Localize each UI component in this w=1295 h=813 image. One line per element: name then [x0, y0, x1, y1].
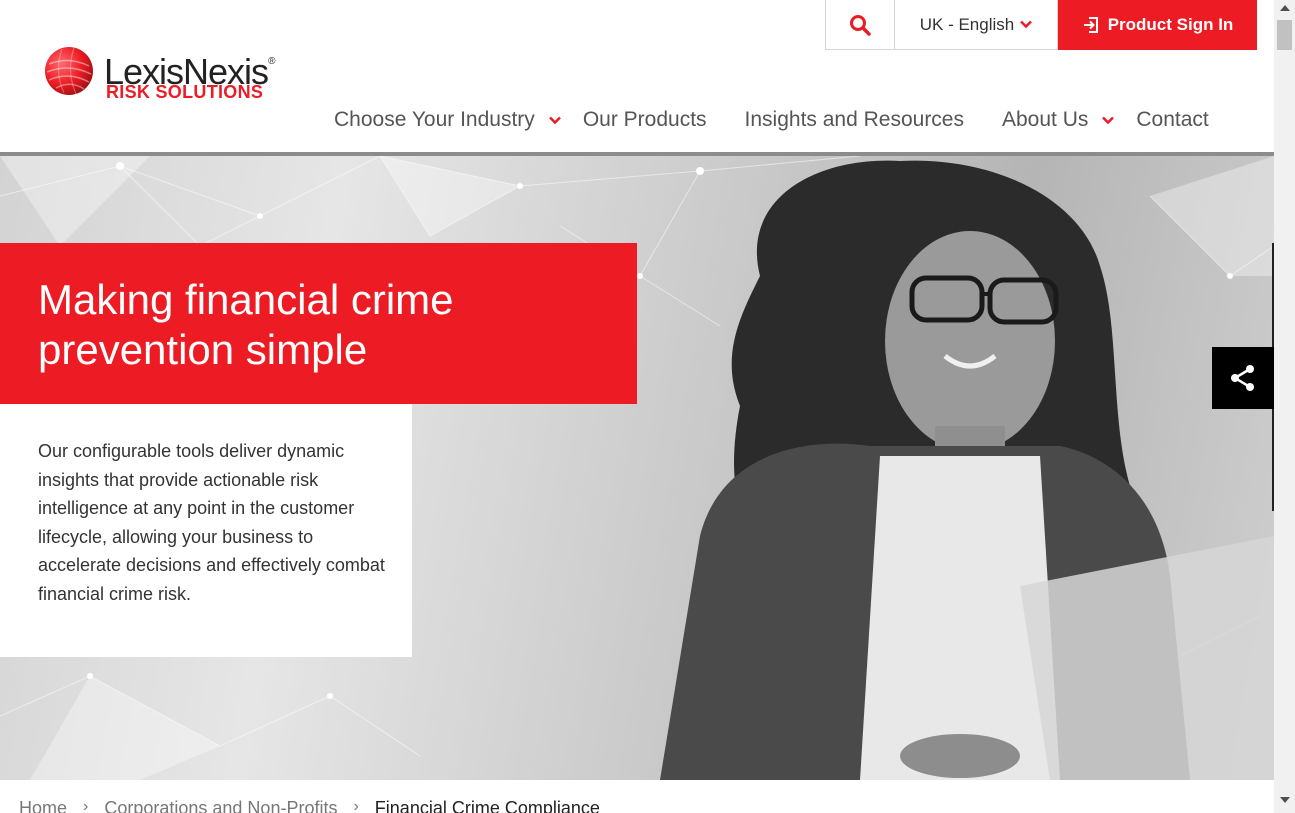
- hero-text-panel: Our configurable tools deliver dynamic i…: [0, 404, 412, 657]
- scroll-thumb[interactable]: [1277, 20, 1292, 50]
- nav-label: Contact: [1136, 108, 1209, 131]
- chevron-down-icon: [1102, 112, 1115, 128]
- breadcrumb-item-home[interactable]: Home: [19, 798, 67, 813]
- nav-label: Insights and Resources: [744, 108, 964, 131]
- nav-label: Choose Your Industry: [334, 108, 535, 131]
- search-icon: [850, 14, 871, 36]
- chevron-down-icon: [548, 112, 561, 128]
- scroll-down-arrow-icon[interactable]: [1280, 797, 1290, 803]
- breadcrumb: Home › Corporations and Non-Profits › Fi…: [19, 798, 600, 813]
- language-selector[interactable]: UK - English: [894, 0, 1058, 50]
- language-label: UK - English: [919, 14, 1015, 34]
- chevron-down-icon: [1020, 17, 1033, 32]
- hero-banner: Making financial crime prevention simple…: [0, 156, 1274, 780]
- main-nav: Choose Your Industry Our Products Insigh…: [334, 103, 1209, 137]
- product-sign-in-button[interactable]: Product Sign In: [1058, 0, 1257, 50]
- nav-item-our-products[interactable]: Our Products: [583, 108, 707, 132]
- hero-title-panel: Making financial crime prevention simple: [0, 243, 637, 404]
- breadcrumb-separator: ›: [353, 798, 359, 813]
- brand-logo[interactable]: LexisNexis® RISK SOLUTIONS: [44, 42, 294, 106]
- utility-bar: UK - English Product Sign In: [825, 0, 1257, 50]
- vertical-scrollbar[interactable]: [1274, 0, 1295, 813]
- nav-item-choose-your-industry[interactable]: Choose Your Industry: [334, 108, 561, 132]
- hero-description: Our configurable tools deliver dynamic i…: [38, 441, 385, 604]
- logo-globe-icon: [45, 47, 93, 95]
- breadcrumb-item-current: Financial Crime Compliance: [374, 798, 600, 813]
- search-button[interactable]: [825, 0, 894, 50]
- scroll-up-arrow-icon[interactable]: [1280, 5, 1290, 11]
- nav-label: Our Products: [582, 108, 707, 131]
- logo-subtitle: RISK SOLUTIONS: [106, 82, 264, 102]
- share-icon: [1231, 365, 1254, 391]
- nav-item-contact[interactable]: Contact: [1136, 108, 1208, 132]
- hero-title: Making financial crime prevention simple: [38, 276, 454, 373]
- page: LexisNexis® RISK SOLUTIONS UK - English: [0, 0, 1295, 813]
- breadcrumb-separator: ›: [83, 798, 89, 813]
- breadcrumb-item-corporations[interactable]: Corporations and Non-Profits: [104, 798, 337, 813]
- nav-item-about-us[interactable]: About Us: [1002, 108, 1115, 132]
- nav-item-insights-and-resources[interactable]: Insights and Resources: [745, 108, 964, 132]
- sign-in-label: Product Sign In: [1107, 15, 1234, 34]
- nav-label: About Us: [1002, 108, 1089, 131]
- site-header: LexisNexis® RISK SOLUTIONS UK - English: [0, 0, 1274, 156]
- sign-in-icon: [1083, 17, 1098, 33]
- share-button[interactable]: [1212, 347, 1274, 409]
